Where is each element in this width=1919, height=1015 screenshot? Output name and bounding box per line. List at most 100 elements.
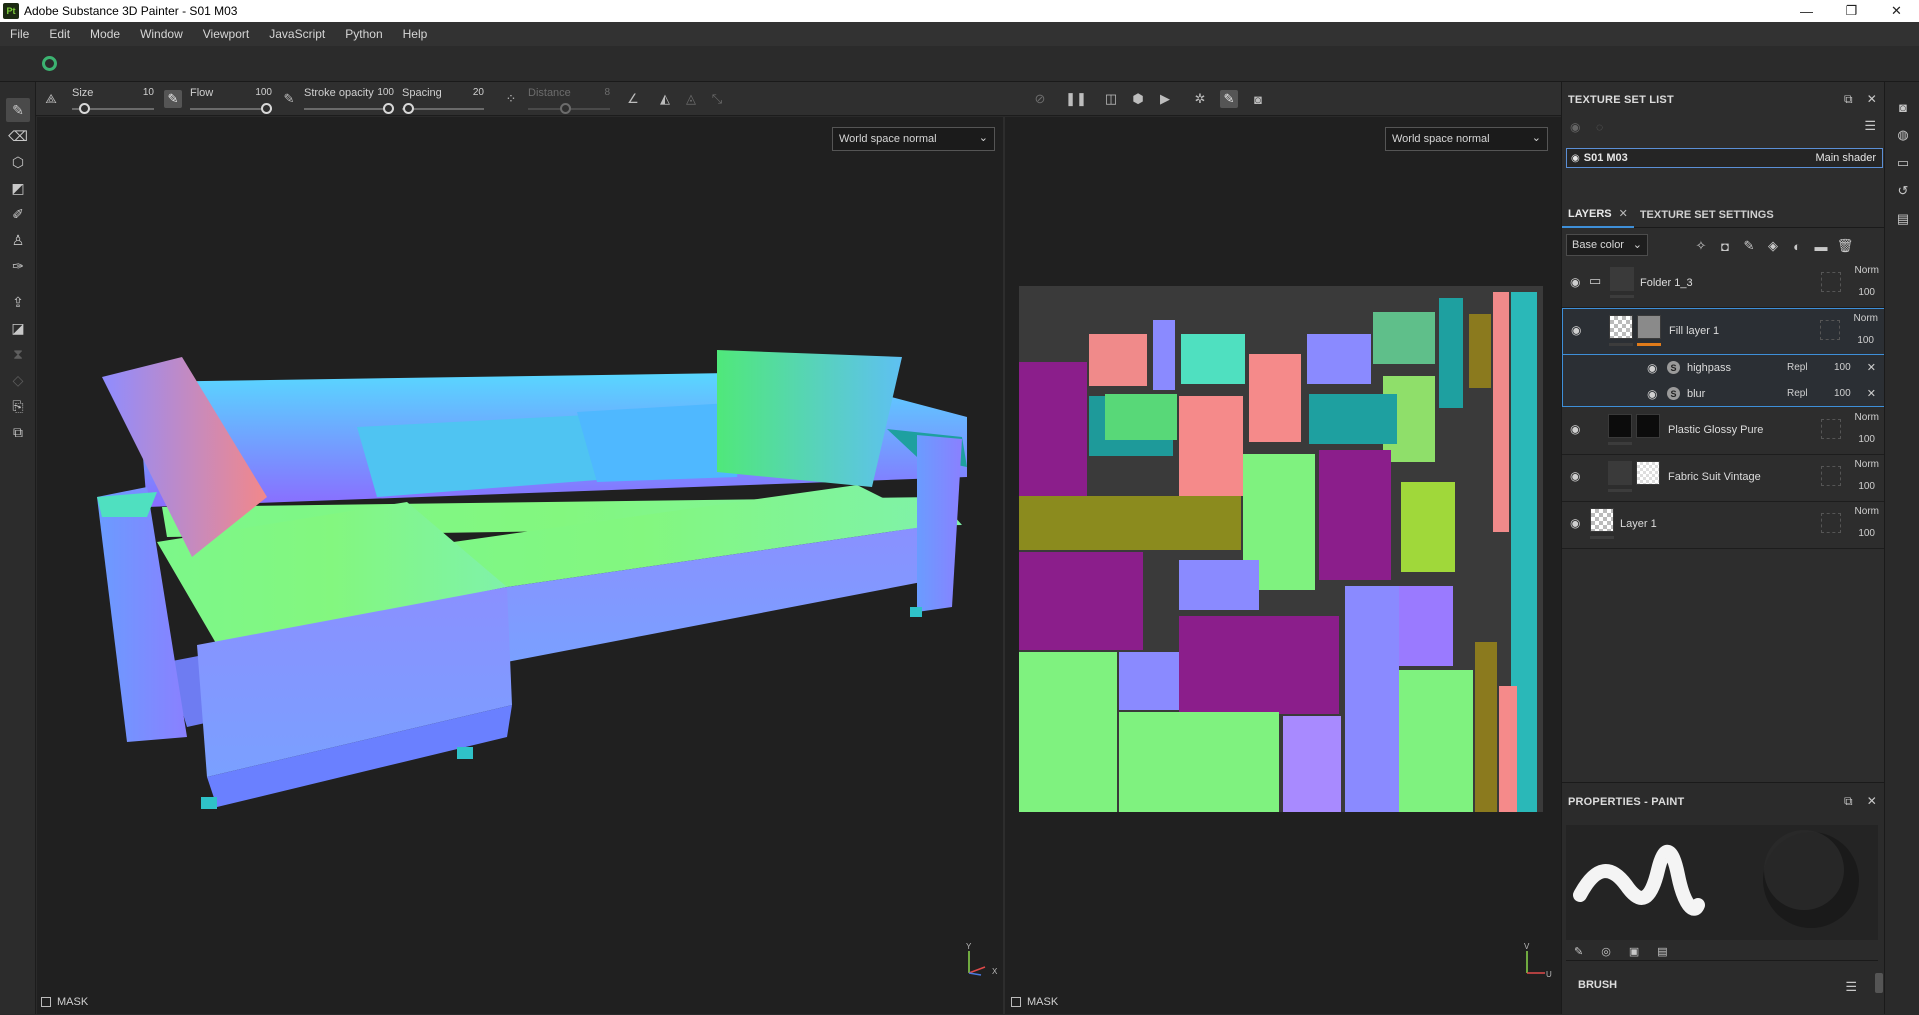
blend-mode-select[interactable]: Norm — [1855, 412, 1879, 423]
delete-layer-icon[interactable]: 🗑 — [1836, 237, 1854, 255]
layer-row[interactable]: ◉ Plastic Glossy Pure Norm 100 — [1562, 408, 1885, 455]
stencil-icon[interactable]: ▣ — [1629, 945, 1639, 958]
camera-settings-icon[interactable]: ◙ — [1894, 98, 1912, 116]
remove-effect-icon[interactable]: ✕ — [1867, 387, 1876, 400]
library-icon[interactable]: ⧉ — [6, 420, 30, 444]
hidden-all-icon[interactable]: ◌ — [1596, 120, 1603, 134]
blend-mode-select[interactable]: Norm — [1855, 459, 1879, 470]
opacity-value[interactable]: 100 — [1858, 528, 1875, 539]
geometry-mask-icon[interactable]: ◩ — [6, 176, 30, 200]
brush-icon[interactable]: ✎ — [1574, 945, 1583, 958]
screenshot-icon[interactable]: ◙ — [1249, 90, 1267, 108]
bake-icon[interactable]: ⇪ — [6, 290, 30, 314]
eye-icon[interactable]: ◉ — [1647, 361, 1657, 375]
layer-row[interactable]: ◉ ▭ Folder 1_3 Norm 100 — [1562, 261, 1885, 308]
blend-mode-select[interactable]: Norm — [1855, 506, 1879, 517]
shader-name[interactable]: Main shader — [1815, 152, 1876, 164]
texture-set-row[interactable]: ◉ S01 M03 Main shader — [1566, 148, 1883, 168]
remove-effect-icon[interactable]: ✕ — [1867, 361, 1876, 374]
opacity-pressure-icon[interactable]: ✎ — [280, 90, 298, 108]
eye-icon[interactable]: ◉ — [1571, 153, 1580, 164]
tab-texture-set-settings[interactable]: TEXTURE SET SETTINGS — [1634, 202, 1780, 228]
opacity-value[interactable]: 100 — [1858, 481, 1875, 492]
maximize-button[interactable]: ❐ — [1829, 0, 1874, 22]
visibility-all-icon[interactable]: ◉ — [1570, 120, 1580, 134]
environment-settings-icon[interactable]: ◍ — [1894, 126, 1912, 144]
opacity-value[interactable]: 100 — [1858, 434, 1875, 445]
effect-row[interactable]: ◉ S blur Repl 100 ✕ — [1562, 381, 1885, 407]
add-fill-layer-icon[interactable]: ◈ — [1764, 237, 1782, 255]
lazy-mouse-icon[interactable]: ⁘ — [502, 90, 520, 108]
eye-icon[interactable]: ◉ — [1647, 387, 1657, 401]
layer-row[interactable]: ◉ Fabric Suit Vintage Norm 100 — [1562, 455, 1885, 502]
properties-scrollbar[interactable] — [1875, 973, 1883, 993]
menu-mode[interactable]: Mode — [90, 27, 120, 41]
eye-icon[interactable]: ◉ — [1570, 422, 1580, 436]
opacity-value[interactable]: 100 — [1834, 388, 1851, 399]
effect-row[interactable]: ◉ S highpass Repl 100 ✕ — [1562, 355, 1885, 381]
eye-icon[interactable]: ◉ — [1570, 469, 1580, 483]
log-icon[interactable]: ▤ — [1894, 210, 1912, 228]
mask-toggle-2d[interactable]: MASK — [1011, 996, 1058, 1008]
polygon-fill-icon[interactable]: ◪ — [6, 316, 30, 340]
add-folder-icon[interactable]: ▬ — [1812, 237, 1830, 255]
blend-mode-select[interactable]: Norm — [1854, 313, 1878, 324]
close-panel-icon[interactable]: ✕ — [1867, 92, 1877, 107]
menu-help[interactable]: Help — [403, 27, 428, 41]
eye-icon[interactable]: ◉ — [1570, 275, 1580, 289]
undock-icon[interactable]: ⧉ — [1844, 794, 1853, 809]
substance-logo-icon[interactable] — [42, 56, 57, 71]
menu-viewport[interactable]: Viewport — [203, 27, 249, 41]
split-view-icon[interactable]: ◫ — [1102, 90, 1120, 108]
close-tab-icon[interactable]: ✕ — [1619, 207, 1628, 220]
tab-layers[interactable]: LAYERS ✕ — [1562, 202, 1634, 228]
blend-mode-select[interactable]: Norm — [1855, 265, 1879, 276]
projection-icon[interactable]: ⬡ — [6, 150, 30, 174]
menu-javascript[interactable]: JavaScript — [269, 27, 325, 41]
blend-mode-select[interactable]: Repl — [1787, 362, 1808, 373]
smudge-icon[interactable]: ✐ — [6, 202, 30, 226]
spacing-slider[interactable]: Spacing 20 — [402, 82, 484, 116]
layer-row[interactable]: ◉ Fill layer 1 Norm 100 — [1562, 308, 1885, 355]
flow-slider[interactable]: Flow 100 — [190, 82, 272, 116]
add-effect-icon[interactable]: ✧ — [1692, 237, 1710, 255]
menu-window[interactable]: Window — [140, 27, 183, 41]
color-picker-icon[interactable]: ✑ — [6, 254, 30, 278]
channel-select[interactable]: Base color ⌄ — [1566, 234, 1648, 256]
menu-python[interactable]: Python — [345, 27, 382, 41]
spacing-slider-knob[interactable] — [403, 103, 414, 114]
opacity-value[interactable]: 100 — [1834, 362, 1851, 373]
pause-icon[interactable]: ❚❚ — [1065, 90, 1087, 108]
blend-mode-select[interactable]: Repl — [1787, 388, 1808, 399]
display-settings-icon[interactable]: ▭ — [1894, 154, 1912, 172]
environment-icon[interactable]: ✲ — [1191, 90, 1209, 108]
eraser-icon[interactable]: ⌫ — [6, 124, 30, 148]
brush-menu-icon[interactable]: ☰ — [1845, 979, 1857, 995]
size-slider-knob[interactable] — [79, 103, 90, 114]
opacity-value[interactable]: 100 — [1858, 287, 1875, 298]
menu-edit[interactable]: Edit — [49, 27, 70, 41]
clone-stamp-icon[interactable]: ♙ — [6, 228, 30, 252]
add-paint-layer-icon[interactable]: ✎ — [1740, 237, 1758, 255]
cube-view-icon[interactable]: ⬢ — [1129, 90, 1147, 108]
flow-slider-knob[interactable] — [261, 103, 272, 114]
layer-row[interactable]: ◉ Layer 1 Norm 100 — [1562, 502, 1885, 549]
opacity-value[interactable]: 100 — [1857, 335, 1874, 346]
close-window-button[interactable]: ✕ — [1874, 0, 1919, 22]
stroke-opacity-slider[interactable]: Stroke opacity 100 — [304, 82, 394, 116]
viewport-2d[interactable]: World space normal ⌄ V U MASK — [1005, 117, 1561, 1014]
texture-set-menu-icon[interactable]: ☰ — [1864, 118, 1876, 134]
camera-icon[interactable]: ▶ — [1156, 90, 1174, 108]
eye-icon[interactable]: ◉ — [1571, 323, 1581, 337]
size-slider[interactable]: Size 10 — [72, 82, 154, 116]
mask-toggle-3d[interactable]: MASK — [41, 996, 88, 1008]
undock-icon[interactable]: ⧉ — [1844, 92, 1853, 107]
alignment-icon[interactable]: ⟁ — [42, 90, 60, 108]
history-icon[interactable]: ↺ — [1894, 182, 1912, 200]
display-mode-select-2d[interactable]: World space normal ⌄ — [1385, 127, 1548, 151]
paint-mode-icon[interactable]: ✎ — [1220, 90, 1238, 108]
material-icon[interactable]: ▤ — [1657, 945, 1667, 958]
hide-icon[interactable]: ⊘ — [1031, 90, 1049, 108]
paint-brush-icon[interactable]: ✎ — [6, 98, 30, 122]
pen-pressure-icon[interactable]: ✎ — [164, 90, 182, 108]
